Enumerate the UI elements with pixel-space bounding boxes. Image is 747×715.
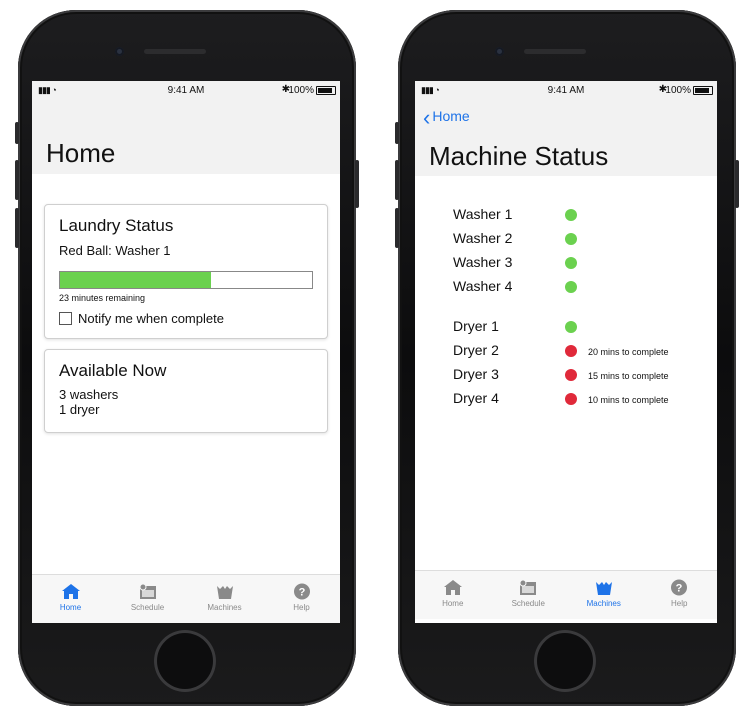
tab-label: Home [442,599,464,608]
nav-header: ‹ Home Machine Status [415,101,717,176]
help-icon: ? [671,579,688,596]
tab-label: Help [293,603,310,612]
dryer-3-remaining: 15 mins to complete [588,371,669,381]
card-title: Available Now [59,361,167,380]
home-screen: ▮▮▮ ◔ 9:41 AM ✱ 100% Home Laundry Status… [32,81,340,623]
machine-status-screen: ▮▮▮ ◔ 9:41 AM ✱ 100% ‹ Home Machine Statu… [415,81,717,623]
calendar-icon [519,579,537,595]
home-button[interactable] [154,630,216,692]
status-dot-dryer-1 [565,321,577,333]
earpiece-speaker [524,49,586,54]
available-washers: 3 washers [59,387,119,402]
svg-text:?: ? [676,583,683,595]
notify-label: Notify me when complete [78,311,224,326]
tab-label: Machines [586,599,621,608]
battery-icon [693,86,713,95]
time-remaining: 23 minutes remaining [59,293,146,303]
home-icon [61,584,80,599]
chevron-left-icon: ‹ [423,105,431,130]
tab-bar: Home Schedule Machines ? Help [32,574,340,623]
machine-row-dryer-2: Dryer 2 [453,342,499,358]
home-button[interactable] [534,630,596,692]
status-dot-washer-3 [565,257,577,269]
tab-label: Schedule [130,603,165,612]
machine-row-dryer-1: Dryer 1 [453,318,499,334]
front-camera [115,47,124,56]
calendar-icon [139,583,156,599]
tab-help[interactable]: ? Help [642,571,718,619]
tab-help[interactable]: ? Help [263,575,340,623]
tab-home[interactable]: Home [415,571,491,619]
battery-percent: 100% [665,85,691,96]
status-dot-dryer-4 [565,393,577,405]
tab-machines[interactable]: Machines [186,575,263,623]
dryer-2-remaining: 20 mins to complete [588,347,669,357]
tab-bar: Home Schedule Machines ? Help [415,570,717,619]
machine-row-dryer-4: Dryer 4 [453,390,499,406]
page-title: Machine Status [429,141,609,171]
machine-row-washer-1: Washer 1 [453,206,513,222]
front-camera [495,47,504,56]
available-dryers: 1 dryer [59,402,100,417]
tab-schedule[interactable]: Schedule [491,571,567,619]
status-bar: ▮▮▮ ◔ 9:41 AM ✱ 100% [415,81,717,101]
status-dot-washer-1 [565,209,577,221]
tab-label: Schedule [511,599,545,608]
notify-checkbox[interactable] [59,312,72,325]
washtub-icon [216,586,233,599]
help-icon: ? [293,583,310,600]
progress-fill [60,272,212,288]
back-label: Home [432,108,470,124]
status-bar: ▮▮▮ ◔ 9:41 AM ✱ 100% [32,81,340,101]
laundry-status-card[interactable]: Laundry Status Red Ball: Washer 1 23 min… [44,204,328,339]
machine-assignment: Red Ball: Washer 1 [59,243,171,258]
phone-frame-home: ▮▮▮ ◔ 9:41 AM ✱ 100% Home Laundry Status… [15,10,359,706]
svg-text:?: ? [298,587,305,599]
battery-percent: 100% [288,85,314,96]
available-now-card[interactable]: Available Now 3 washers 1 dryer [44,349,328,433]
notify-checkbox-row[interactable]: Notify me when complete [59,311,327,326]
card-title: Laundry Status [59,216,174,235]
machine-row-dryer-3: Dryer 3 [453,366,499,382]
machine-row-washer-2: Washer 2 [453,230,513,246]
home-icon [443,580,462,595]
earpiece-speaker [144,49,206,54]
tab-label: Machines [207,603,242,612]
tab-home[interactable]: Home [32,575,109,623]
tab-label: Help [671,599,688,608]
tab-label: Home [59,603,82,612]
page-title: Home [46,138,116,168]
phone-frame-machines: ▮▮▮ ◔ 9:41 AM ✱ 100% ‹ Home Machine Statu… [395,10,739,706]
battery-icon [316,86,336,95]
nav-header: Home [32,101,340,174]
tab-schedule[interactable]: Schedule [109,575,186,623]
status-dot-dryer-3 [565,369,577,381]
dryer-4-remaining: 10 mins to complete [588,395,669,405]
washtub-icon [595,582,612,595]
status-dot-dryer-2 [565,345,577,357]
status-dot-washer-4 [565,281,577,293]
tab-machines[interactable]: Machines [566,571,642,619]
back-button[interactable]: ‹ Home [423,105,470,131]
machine-row-washer-3: Washer 3 [453,254,513,270]
machine-row-washer-4: Washer 4 [453,278,513,294]
laundry-progress-bar [59,271,313,289]
status-dot-washer-2 [565,233,577,245]
